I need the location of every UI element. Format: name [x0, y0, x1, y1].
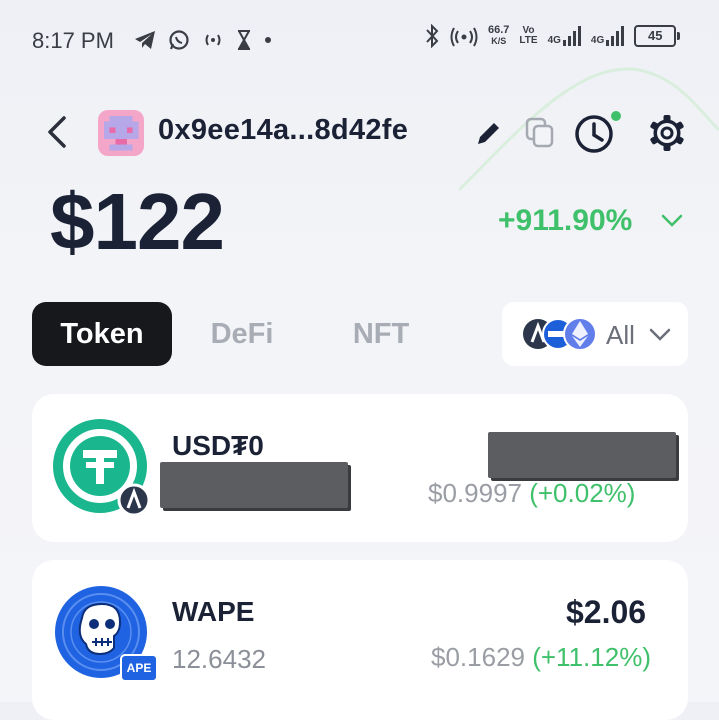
- volte-indicator: Vo LTE: [519, 25, 538, 46]
- copy-icon[interactable]: [524, 116, 556, 150]
- token-symbol: WAPE: [172, 596, 255, 627]
- status-time: 8:17 PM: [32, 28, 114, 53]
- wallet-address[interactable]: 0x9ee14a...8d42fe: [158, 114, 408, 147]
- tab-token[interactable]: Token: [32, 302, 172, 366]
- signal-2: 4G: [591, 26, 625, 46]
- token-price: $0.9997 (+0.02%): [428, 478, 636, 508]
- token-amount: 12.6432: [172, 644, 266, 674]
- edit-pencil-icon[interactable]: [474, 118, 504, 148]
- token-row-usdt0[interactable]: USD₮0 $0.9997 (+0.02%): [32, 394, 688, 542]
- balance-change-percent[interactable]: +911.90%: [498, 204, 632, 238]
- tab-defi[interactable]: DeFi: [192, 302, 292, 366]
- telegram-icon: [135, 31, 155, 49]
- hotspot-signal-icon: [450, 27, 478, 47]
- chevron-down-icon[interactable]: [660, 210, 684, 230]
- token-price-change: (+0.02%): [529, 478, 636, 508]
- redacted-amount: [160, 462, 348, 508]
- history-clock-icon[interactable]: [573, 110, 621, 158]
- total-balance: $122: [50, 177, 225, 266]
- settings-gear-icon[interactable]: [646, 112, 688, 154]
- token-value: $2.06: [566, 594, 647, 630]
- network-speed: 66.7 K/S: [488, 24, 510, 47]
- hourglass-icon: [238, 30, 250, 50]
- back-arrow-icon[interactable]: [40, 112, 74, 152]
- notification-dot-icon: [265, 37, 271, 43]
- usdt0-token-icon: [53, 419, 151, 517]
- status-bar: 8:17 PM 66.7 K/S Vo LTE 4G 4G 45: [0, 0, 719, 80]
- token-price: $0.1629 (+11.12%): [431, 642, 651, 672]
- signal-bars-icon: [606, 26, 625, 46]
- chain-filter-dropdown[interactable]: All: [502, 302, 688, 366]
- battery-indicator: 45: [634, 25, 681, 47]
- hotspot-icon: [205, 34, 221, 46]
- wallet-avatar: [98, 110, 144, 156]
- ape-chain-badge: APE: [120, 654, 158, 682]
- redacted-value: [488, 432, 676, 478]
- chain-logos-icon: [523, 317, 597, 351]
- tab-nft[interactable]: NFT: [336, 302, 426, 366]
- signal-bars-icon: [562, 26, 581, 46]
- signal-1: 4G: [548, 26, 581, 46]
- token-symbol: USD₮0: [172, 430, 264, 461]
- bluetooth-icon: [426, 24, 439, 48]
- token-price-change: (+11.12%): [532, 642, 651, 672]
- chain-filter-label: All: [606, 320, 635, 350]
- chevron-down-icon: [649, 328, 671, 341]
- whatsapp-icon: [169, 30, 189, 50]
- token-row-wape[interactable]: APE WAPE 12.6432 $2.06 $0.1629 (+11.12%): [32, 560, 688, 720]
